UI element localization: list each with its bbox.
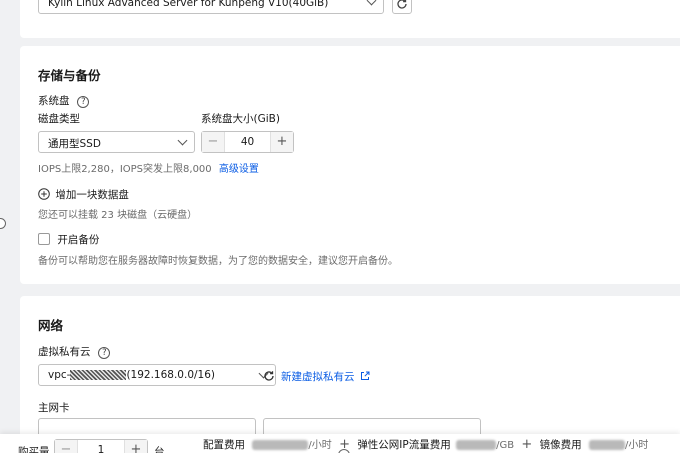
backup-checkbox-row[interactable]: 开启备份 <box>38 232 99 247</box>
help-icon[interactable]: ? <box>98 347 111 359</box>
advanced-settings-link[interactable]: 高级设置 <box>219 164 259 175</box>
plus-icon: + <box>521 437 533 452</box>
create-vpc-link[interactable]: 新建虚拟私有云 <box>281 369 370 384</box>
image-select-value: Kylin Linux Advanced Server for Kunpeng … <box>48 0 329 9</box>
vpc-select[interactable]: vpc- (192.168.0.0/16) <box>38 364 276 386</box>
increment-button[interactable]: + <box>125 440 147 453</box>
image-fee-label: 镜像费用 <box>539 439 582 451</box>
unit-label: 台 <box>154 446 165 453</box>
vpc-cidr: (192.168.0.0/16) <box>126 369 216 381</box>
disk-type-value: 通用型SSD <box>48 138 101 150</box>
backup-label: 开启备份 <box>57 234 100 246</box>
vpc-label-row: 虚拟私有云 ? <box>38 344 111 359</box>
quantity-stepper[interactable]: − 1 + <box>54 439 148 453</box>
config-fee-unit: /小时 <box>308 440 332 451</box>
iops-text: IOPS上限2,280，IOPS突发上限8,000 <box>38 164 212 175</box>
disk-type-label: 磁盘类型 <box>38 113 80 125</box>
config-fee: 配置费用 /小时 + 弹性公网IP流量费用 /GB + 镜像费用 /小时 <box>203 436 648 452</box>
add-data-disk-label: 增加一块数据盘 <box>55 189 129 201</box>
chevron-down-icon <box>177 135 188 146</box>
disk-size-label: 系统盘大小(GiB) <box>201 113 280 125</box>
quantity-label: 购买量 <box>18 446 50 453</box>
disk-size-stepper[interactable]: − 40 + <box>201 131 294 153</box>
disk-type-select[interactable]: 通用型SSD <box>38 131 195 153</box>
refresh-image-button[interactable] <box>392 0 412 14</box>
storage-title: 存储与备份 <box>38 68 101 83</box>
decrement-button[interactable]: − <box>55 440 77 453</box>
disk-size-value[interactable]: 40 <box>224 132 271 152</box>
image-select[interactable]: Kylin Linux Advanced Server for Kunpeng … <box>38 0 384 14</box>
refresh-icon <box>397 0 407 9</box>
create-vpc-label: 新建虚拟私有云 <box>281 371 355 383</box>
backup-hint: 备份可以帮助您在服务器故障时恢复数据，为了您的数据安全，建议您开启备份。 <box>38 256 398 267</box>
side-handle[interactable] <box>0 218 6 229</box>
image-card: Kylin Linux Advanced Server for Kunpeng … <box>20 0 680 38</box>
quantity-value[interactable]: 1 <box>77 440 125 453</box>
eip-fee-label: 弹性公网IP流量费用 <box>357 439 451 451</box>
image-fee-redacted <box>589 440 626 450</box>
help-icon[interactable]: ? <box>77 96 90 108</box>
footer-bar: 购买量 − 1 + 台 配置费用 /小时 + 弹性公网IP流量费用 /GB + … <box>0 434 680 453</box>
iops-row: IOPS上限2,280，IOPS突发上限8,000 高级设置 <box>38 160 259 175</box>
vpc-prefix: vpc- <box>48 369 71 381</box>
refresh-icon[interactable] <box>262 369 276 383</box>
nic-label: 主网卡 <box>38 402 70 414</box>
eip-fee-redacted <box>456 440 497 450</box>
vpc-value: vpc- (192.168.0.0/16) <box>48 369 215 381</box>
backup-checkbox[interactable] <box>38 233 50 245</box>
config-fee-redacted <box>252 440 309 450</box>
eip-fee-unit: /GB <box>496 440 515 451</box>
add-circle-icon <box>38 188 50 200</box>
external-link-icon <box>360 371 370 380</box>
decrement-button[interactable]: − <box>202 132 224 152</box>
vpc-id-redacted <box>70 370 127 380</box>
config-fee-label: 配置费用 <box>203 439 245 451</box>
system-disk-label: 系统盘 <box>38 95 70 107</box>
add-data-disk-button[interactable]: 增加一块数据盘 <box>38 187 129 202</box>
increment-button[interactable]: + <box>271 132 293 152</box>
image-fee-unit: /小时 <box>625 440 649 451</box>
system-disk-row: 系统盘 ? <box>38 93 90 108</box>
network-title: 网络 <box>38 318 64 333</box>
vpc-label: 虚拟私有云 <box>38 346 91 358</box>
mount-hint: 您还可以挂载 23 块磁盘（云硬盘） <box>38 210 198 221</box>
storage-card: 存储与备份 系统盘 ? 磁盘类型 系统盘大小(GiB) 通用型SSD − 40 … <box>20 46 680 284</box>
chevron-down-icon <box>366 0 377 6</box>
network-card: 网络 虚拟私有云 ? vpc- (192.168.0.0/16) 新建虚拟私有云 … <box>20 296 680 453</box>
